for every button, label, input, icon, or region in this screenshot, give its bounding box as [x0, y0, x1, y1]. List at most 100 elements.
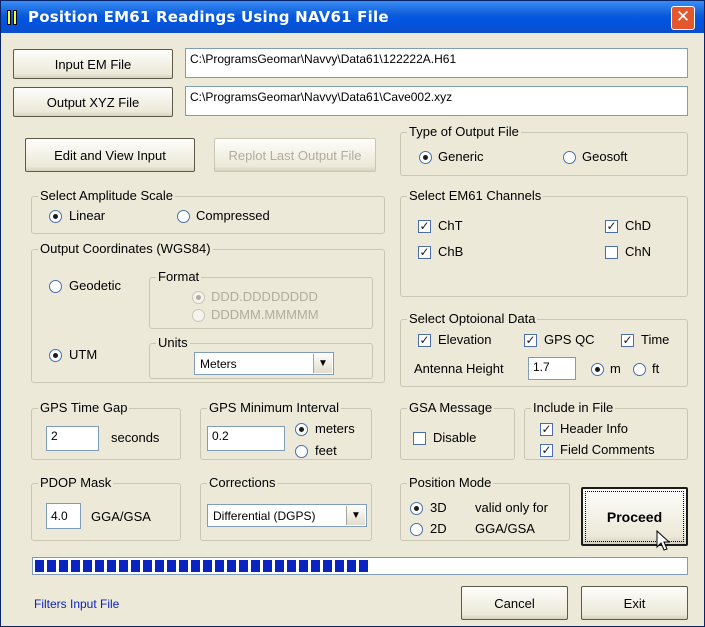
progress-fill: [35, 560, 368, 572]
em61-channels-label: Select EM61 Channels: [407, 188, 544, 203]
generic-label: Generic: [438, 149, 484, 164]
radio-utm[interactable]: [49, 349, 62, 362]
exit-label: Exit: [623, 595, 646, 611]
checkbox-elevation[interactable]: ✓: [418, 334, 431, 347]
compressed-label: Compressed: [196, 208, 270, 223]
checkbox-time[interactable]: ✓: [621, 334, 634, 347]
replot-last-output-label: Replot Last Output File: [228, 147, 362, 163]
title-bar[interactable]: Position EM61 Readings Using NAV61 File …: [1, 1, 704, 33]
radio-feet[interactable]: [295, 445, 308, 458]
chevron-down-icon[interactable]: ▼: [313, 354, 332, 373]
corrections-label: Corrections: [207, 475, 278, 490]
checkbox-chb[interactable]: ✓: [418, 246, 431, 259]
mode-3d-label: 3D: [430, 500, 447, 515]
geodetic-label: Geodetic: [69, 278, 122, 293]
seconds-label: seconds: [111, 430, 160, 445]
output-xyz-file-label: Output XYZ File: [46, 94, 140, 110]
format-dddmm-label: DDDMM.MMMMM: [211, 307, 319, 322]
close-icon[interactable]: ✕: [671, 6, 695, 30]
feet-label: feet: [315, 443, 337, 458]
antenna-height-label: Antenna Height: [414, 361, 504, 376]
replot-last-output-button: Replot Last Output File: [214, 138, 376, 172]
mode-2d-label: 2D: [430, 521, 447, 536]
radio-unit-m[interactable]: [591, 363, 604, 376]
output-xyz-file-button[interactable]: Output XYZ File: [13, 87, 173, 117]
cancel-label: Cancel: [494, 595, 535, 611]
format-ddd-label: DDD.DDDDDDDD: [211, 289, 318, 304]
gsa-message-label: GSA Message: [407, 400, 495, 415]
checkbox-disable[interactable]: [413, 432, 426, 445]
unit-ft-label: ft: [652, 361, 660, 376]
checkbox-header-info[interactable]: ✓: [540, 423, 553, 436]
proceed-label: Proceed: [606, 508, 663, 525]
checkbox-cht[interactable]: ✓: [418, 220, 431, 233]
progress-bar: [32, 557, 688, 575]
units-select[interactable]: Meters ▼: [194, 352, 334, 375]
linear-label: Linear: [69, 208, 106, 223]
checkbox-field-comments[interactable]: ✓: [540, 444, 553, 457]
header-info-label: Header Info: [560, 421, 628, 436]
pdop-mask-label: PDOP Mask: [38, 475, 114, 490]
field-comments-label: Field Comments: [560, 442, 655, 457]
dialog-window: Position EM61 Readings Using NAV61 File …: [0, 0, 705, 627]
gps-min-interval-input[interactable]: 0.2: [207, 426, 285, 451]
output-type-label: Type of Output File: [407, 124, 521, 139]
geosoft-label: Geosoft: [582, 149, 628, 164]
include-in-file-label: Include in File: [531, 400, 616, 415]
optional-data-label: Select Optoional Data: [407, 311, 538, 326]
utm-label: UTM: [69, 347, 98, 362]
corrections-select[interactable]: Differential (DGPS) ▼: [207, 504, 367, 527]
input-file-path[interactable]: C:\ProgramsGeomar\Navvy\Data61\122222A.H…: [185, 48, 688, 78]
edit-view-input-button[interactable]: Edit and View Input: [25, 138, 195, 172]
unit-m-label: m: [610, 361, 621, 376]
cht-label: ChT: [438, 218, 463, 233]
chn-label: ChN: [625, 244, 652, 259]
amplitude-label: Select Amplitude Scale: [38, 188, 175, 203]
radio-format-dddmm: [192, 309, 205, 322]
pdop-mask-input[interactable]: 4.0: [46, 503, 81, 529]
output-file-path[interactable]: C:\ProgramsGeomar\Navvy\Data61\Cave002.x…: [185, 86, 688, 116]
checkbox-chn[interactable]: [605, 246, 618, 259]
corrections-value: Differential (DGPS): [213, 509, 316, 523]
gga-gsa-note: GGA/GSA: [475, 521, 535, 536]
status-text: Filters Input File: [34, 597, 120, 611]
time-label: Time: [641, 332, 670, 347]
cancel-button[interactable]: Cancel: [461, 586, 568, 620]
pdop-suffix-label: GGA/GSA: [91, 509, 151, 524]
radio-geodetic[interactable]: [49, 280, 62, 293]
output-coordinates-label: Output Coordinates (WGS84): [38, 241, 213, 256]
chd-label: ChD: [625, 218, 652, 233]
checkbox-chd[interactable]: ✓: [605, 220, 618, 233]
edit-view-input-label: Edit and View Input: [54, 147, 166, 163]
app-icon: [7, 10, 21, 25]
exit-button[interactable]: Exit: [581, 586, 688, 620]
chevron-down-icon[interactable]: ▼: [346, 506, 365, 525]
gps-time-gap-input[interactable]: 2: [46, 426, 99, 451]
input-em-file-button[interactable]: Input EM File: [13, 49, 173, 79]
radio-compressed[interactable]: [177, 210, 190, 223]
radio-3d[interactable]: [410, 502, 423, 515]
cursor-icon: [656, 530, 671, 551]
gps-time-gap-label: GPS Time Gap: [38, 400, 130, 415]
input-em-file-label: Input EM File: [54, 56, 132, 72]
elevation-label: Elevation: [438, 332, 492, 347]
radio-unit-ft[interactable]: [633, 363, 646, 376]
position-mode-label: Position Mode: [407, 475, 494, 490]
gps-qc-label: GPS QC: [544, 332, 595, 347]
radio-meters[interactable]: [295, 423, 308, 436]
radio-geosoft[interactable]: [563, 151, 576, 164]
window-title: Position EM61 Readings Using NAV61 File: [28, 8, 389, 26]
radio-format-ddd: [192, 291, 205, 304]
radio-2d[interactable]: [410, 523, 423, 536]
units-value: Meters: [200, 357, 237, 371]
units-label: Units: [156, 335, 190, 350]
gps-min-interval-label: GPS Minimum Interval: [207, 400, 342, 415]
antenna-height-input[interactable]: 1.7: [528, 357, 576, 380]
checkbox-gps-qc[interactable]: ✓: [524, 334, 537, 347]
radio-linear[interactable]: [49, 210, 62, 223]
disable-label: Disable: [433, 430, 477, 445]
chb-label: ChB: [438, 244, 464, 259]
valid-only-note: valid only for: [475, 500, 548, 515]
format-label: Format: [156, 269, 202, 284]
radio-generic[interactable]: [419, 151, 432, 164]
